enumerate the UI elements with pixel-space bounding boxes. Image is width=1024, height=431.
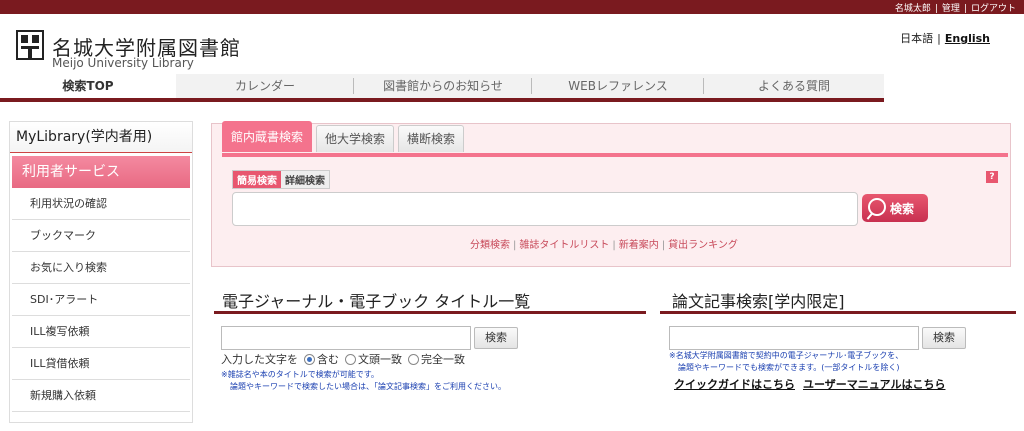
article-search-button[interactable]: 検索 bbox=[922, 327, 966, 349]
catalog-search-button[interactable]: 検索 bbox=[862, 194, 928, 222]
nav-web-reference[interactable]: WEBレファレンス bbox=[532, 74, 704, 98]
tab-advanced-search[interactable]: 詳細検索 bbox=[281, 171, 329, 188]
separator: | bbox=[937, 32, 941, 45]
tab-cross-search[interactable]: 横断検索 bbox=[398, 125, 465, 152]
guide-links: クイックガイドはこちら ユーザーマニュアルはこちら bbox=[674, 376, 953, 392]
nav-label: カレンダー bbox=[234, 79, 295, 93]
nav-label: 検索TOP bbox=[62, 79, 114, 93]
search-tabs: 館内蔵書検索 他大学検索 横断検索 bbox=[222, 121, 468, 152]
ejournal-search-input[interactable] bbox=[221, 326, 471, 350]
search-sublinks: 分類検索 | 雑誌タイトルリスト | 新着案内 | 貸出ランキング bbox=[470, 236, 738, 251]
article-search-input[interactable] bbox=[669, 326, 919, 350]
article-search-title: 論文記事検索[学内限定] bbox=[672, 292, 845, 311]
nav-search-top[interactable]: 検索TOP bbox=[0, 74, 176, 98]
radio-exact-match[interactable] bbox=[408, 353, 419, 365]
ejournal-title: 電子ジャーナル・電子ブック タイトル一覧 bbox=[222, 292, 531, 311]
sidebar-item-bookmark[interactable]: ブックマーク bbox=[12, 220, 190, 252]
nav-news[interactable]: 図書館からのお知らせ bbox=[354, 74, 532, 98]
link-new-arrivals[interactable]: 新着案内 bbox=[619, 240, 659, 251]
user-links: 名城太郎 | 管理 | ログアウト bbox=[895, 1, 1016, 14]
link-journal-title-list[interactable]: 雑誌タイトルリスト bbox=[519, 240, 609, 251]
admin-link[interactable]: 管理 bbox=[942, 4, 960, 14]
radio-starts-with-label[interactable]: 文頭一致 bbox=[358, 351, 402, 367]
radio-starts-with[interactable] bbox=[345, 353, 356, 365]
separator: | bbox=[934, 4, 938, 14]
ejournal-note-2: 論題やキーワードで検索したい場合は、「論文記事検索」をご利用ください。 bbox=[230, 382, 506, 391]
match-mode-options: 入力した文字を 含む 文頭一致 完全一致 bbox=[221, 351, 465, 367]
sidebar-item-ill-copy[interactable]: ILL複写依頼 bbox=[12, 316, 190, 348]
radio-contains-label[interactable]: 含む bbox=[317, 351, 339, 367]
user-name[interactable]: 名城太郎 bbox=[895, 4, 931, 14]
help-icon[interactable]: ? bbox=[986, 171, 998, 183]
sidebar-heading: MyLibrary(学内者用) bbox=[10, 122, 192, 153]
nav-label: 図書館からのお知らせ bbox=[383, 79, 503, 93]
tab-other-universities[interactable]: 他大学検索 bbox=[316, 125, 395, 152]
nav-label: よくある質問 bbox=[757, 79, 830, 93]
ejournal-search-button[interactable]: 検索 bbox=[474, 327, 518, 349]
tab-simple-search[interactable]: 簡易検索 bbox=[233, 171, 281, 188]
quick-guide-link[interactable]: クイックガイドはこちら bbox=[674, 378, 795, 391]
sidebar-item-usage-status[interactable]: 利用状況の確認 bbox=[12, 188, 190, 220]
article-note-1: ※名城大学附属図書館で契約中の電子ジャーナル･電子ブックを、 bbox=[669, 351, 904, 360]
catalog-search-input[interactable] bbox=[232, 192, 858, 226]
radio-exact-match-label[interactable]: 完全一致 bbox=[421, 351, 465, 367]
ejournal-divider bbox=[214, 311, 646, 314]
ejournal-note-1: ※雑誌名や本のタイトルで検索が可能です。 bbox=[221, 370, 379, 379]
link-loan-ranking[interactable]: 貸出ランキング bbox=[668, 240, 738, 251]
search-mode-tabs: 簡易検索 詳細検索 bbox=[232, 170, 330, 189]
main-nav: 検索TOP カレンダー 図書館からのお知らせ WEBレファレンス よくある質問 bbox=[0, 74, 884, 102]
nav-calendar[interactable]: カレンダー bbox=[176, 74, 354, 98]
separator: | bbox=[612, 240, 616, 251]
radio-contains[interactable] bbox=[304, 353, 315, 365]
magnifier-handle bbox=[866, 212, 874, 220]
separator: | bbox=[661, 240, 666, 251]
match-mode-label: 入力した文字を bbox=[221, 353, 298, 366]
sidebar-item-purchase-request[interactable]: 新規購入依頼 bbox=[12, 380, 190, 412]
library-subtitle: Meijo University Library bbox=[52, 56, 194, 70]
sidebar-item-favorite-search[interactable]: お気に入り検索 bbox=[12, 252, 190, 284]
link-classification-search[interactable]: 分類検索 bbox=[470, 240, 510, 251]
top-bar: 名城太郎 | 管理 | ログアウト bbox=[0, 0, 1024, 14]
tab-underline bbox=[222, 153, 1008, 157]
language-switcher: 日本語 | English bbox=[900, 30, 990, 46]
search-button-label: 検索 bbox=[890, 202, 915, 216]
separator: | bbox=[513, 240, 517, 251]
separator: | bbox=[963, 4, 967, 14]
user-manual-link[interactable]: ユーザーマニュアルはこちら bbox=[803, 378, 945, 391]
logout-link[interactable]: ログアウト bbox=[971, 4, 1016, 14]
article-divider bbox=[660, 311, 1016, 314]
tab-local-catalog[interactable]: 館内蔵書検索 bbox=[222, 121, 313, 152]
sidebar-item-ill-loan[interactable]: ILL貸借依頼 bbox=[12, 348, 190, 380]
mylibrary-sidebar: MyLibrary(学内者用) 利用者サービス 利用状況の確認 ブックマーク お… bbox=[9, 121, 193, 423]
lang-japanese[interactable]: 日本語 bbox=[900, 32, 933, 45]
nav-faq[interactable]: よくある質問 bbox=[704, 74, 884, 98]
library-emblem-icon bbox=[16, 30, 44, 60]
nav-label: WEBレファレンス bbox=[568, 79, 668, 93]
lang-english[interactable]: English bbox=[945, 32, 990, 45]
article-note-2: 論題やキーワードでも検索ができます。(一部タイトルを除く) bbox=[678, 363, 900, 372]
user-services-header: 利用者サービス bbox=[12, 156, 190, 188]
sidebar-item-sdi-alert[interactable]: SDI･アラート bbox=[12, 284, 190, 316]
